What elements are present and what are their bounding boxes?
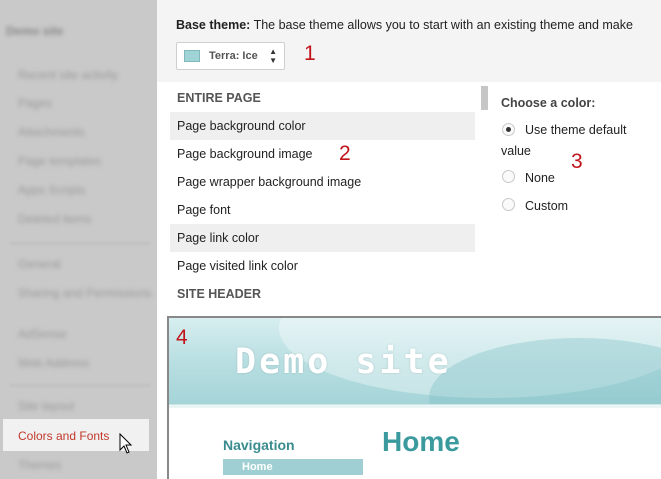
base-theme-text: Base theme: The base theme allows you to… [176, 18, 633, 32]
theme-select-value: Terra: Ice [209, 50, 258, 62]
radio-theme-default-label[interactable]: Use theme default [525, 123, 626, 137]
sidebar-item[interactable]: Site layout [18, 399, 74, 413]
theme-swatch-icon [184, 50, 200, 62]
sidebar-divider [10, 243, 150, 244]
radio-theme-default-label-cont[interactable]: value [501, 144, 531, 158]
radio-theme-default[interactable] [502, 123, 515, 136]
list-section-header: ENTIRE PAGE [177, 91, 261, 105]
sidebar-item[interactable]: AdSense [18, 327, 67, 341]
preview-nav-item: Home [223, 459, 363, 475]
sidebar-item-colors-and-fonts-label[interactable]: Colors and Fonts [18, 429, 109, 443]
list-scrollbar-thumb[interactable] [481, 86, 488, 110]
preview-page-title: Home [382, 426, 460, 457]
radio-custom[interactable] [502, 198, 515, 211]
sidebar-item[interactable]: Themes [18, 458, 61, 472]
list-item[interactable]: Page background image [170, 140, 475, 168]
select-arrows-icon: ▲ ▼ [269, 47, 277, 65]
preview-header-banner: Demo site [169, 318, 661, 404]
sidebar-item[interactable]: Web Address [18, 356, 89, 370]
sidebar-item[interactable]: Recent site activity [18, 68, 118, 82]
sidebar-item[interactable]: General [18, 257, 61, 271]
sidebar-divider [10, 385, 150, 386]
preview-site-title: Demo site [235, 342, 452, 382]
sidebar-header[interactable]: Demo site [6, 24, 63, 38]
marker-2: 2 [339, 142, 351, 165]
base-theme-select[interactable]: Terra: Ice ▲ ▼ [176, 42, 285, 70]
site-settings-colors-and-fonts: Demo site Recent site activity Pages Att… [0, 0, 661, 479]
sidebar-item[interactable]: Attachments [18, 125, 85, 139]
radio-none[interactable] [502, 170, 515, 183]
list-item[interactable]: Page wrapper background image [170, 168, 475, 196]
base-theme-label: Base theme: [176, 18, 251, 32]
sidebar: Demo site Recent site activity Pages Att… [0, 0, 157, 479]
sidebar-item[interactable]: Sharing and Permissions [18, 286, 151, 300]
list-item[interactable]: Page font [170, 196, 475, 224]
banner-divider [169, 404, 661, 408]
base-theme-description: The base theme allows you to start with … [253, 18, 633, 32]
theme-preview: Demo site Navigation Home Home [167, 316, 661, 479]
marker-3: 3 [571, 150, 583, 173]
radio-none-label[interactable]: None [525, 171, 555, 185]
marker-1: 1 [304, 42, 316, 65]
sidebar-item[interactable]: Page templates [18, 154, 101, 168]
sidebar-item[interactable]: Pages [18, 96, 52, 110]
list-scrollbar[interactable] [480, 84, 488, 306]
main-panel: Base theme: The base theme allows you to… [157, 0, 661, 479]
marker-4: 4 [176, 326, 188, 349]
preview-nav-title: Navigation [223, 437, 295, 453]
mouse-cursor-icon [119, 433, 133, 454]
sidebar-item[interactable]: Apps Scripts [18, 183, 85, 197]
element-list[interactable]: ENTIRE PAGE Page background color Page b… [170, 84, 475, 306]
list-item[interactable]: Page visited link color [170, 252, 475, 280]
list-item[interactable]: Page link color [170, 224, 475, 252]
sidebar-item[interactable]: Deleted items [18, 212, 91, 226]
radio-custom-label[interactable]: Custom [525, 199, 568, 213]
list-section-header: SITE HEADER [177, 287, 262, 301]
choose-color-title: Choose a color: [501, 96, 596, 110]
list-item[interactable]: Page background color [170, 112, 475, 140]
